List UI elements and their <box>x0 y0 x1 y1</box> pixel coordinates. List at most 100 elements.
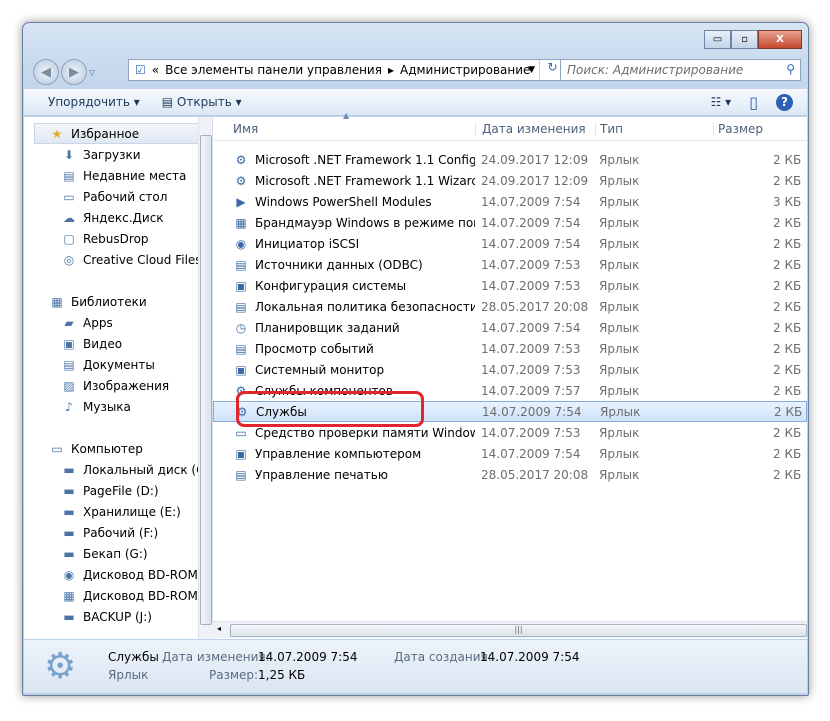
history-dropdown-icon[interactable]: ▽ <box>89 68 95 77</box>
breadcrumb-overflow[interactable]: « <box>152 63 159 77</box>
sidebar-item[interactable]: ▤ Недавние места <box>24 165 211 186</box>
file-row[interactable]: ▤ Источники данных (ODBC) 14.07.2009 7:53 Я… <box>213 254 807 275</box>
file-name: ▤ Локальная политика безопасности <box>213 299 475 315</box>
sidebar-item-icon: ▦ <box>63 588 75 603</box>
sidebar-item[interactable]: ▬ PageFile (D:) <box>24 480 211 501</box>
breadcrumb-administration[interactable]: Администрирование <box>400 63 530 77</box>
file-date: 14.07.2009 7:54 <box>481 236 581 251</box>
file-row[interactable]: ▤ Локальная политика безопасности 28.05.20… <box>213 296 807 317</box>
sidebar-item[interactable]: ▰ Apps <box>24 312 211 333</box>
sidebar-item-label: Локальный диск (C:) <box>83 462 211 477</box>
file-name: ▤ Источники данных (ODBC) <box>213 257 475 273</box>
file-row[interactable]: ◉ Инициатор iSCSI 14.07.2009 7:54 Ярлык 2 КБ <box>213 233 807 254</box>
sidebar-item-icon: ◎ <box>63 252 75 267</box>
sidebar-item-icon: ▰ <box>64 315 74 330</box>
navigation-pane: ★ Избранное ⬇ Загрузки ▤ Недавние места ▭ Рабоч… <box>24 117 211 639</box>
search-input[interactable]: Поиск: Администрирование ⚲ <box>560 59 801 81</box>
column-type[interactable]: Тип <box>595 121 713 136</box>
file-row[interactable]: ▶ Windows PowerShell Modules 14.07.2009 7:… <box>213 191 807 212</box>
open-button[interactable]: ▤ Открыть ▾ <box>162 95 242 109</box>
file-name-text: Системный монитор <box>255 362 385 377</box>
file-row[interactable]: ⚙ Microsoft .NET Framework 1.1 Wizards 24.… <box>213 170 807 191</box>
sidebar-item[interactable]: ▣ Видео <box>24 333 211 354</box>
file-type: Ярлык <box>599 278 640 293</box>
file-row[interactable]: ▣ Конфигурация системы 14.07.2009 7:53 Ярлы… <box>213 275 807 296</box>
breadcrumb-control-panel[interactable]: Все элементы панели управления <box>165 63 382 77</box>
sidebar-item-label: Изображения <box>83 378 170 393</box>
sidebar-item-icon: ♪ <box>65 399 73 414</box>
file-name-text: Windows PowerShell Modules <box>255 194 432 209</box>
close-button[interactable]: X <box>758 30 802 49</box>
organize-button[interactable]: Упорядочить ▾ <box>48 95 140 109</box>
sidebar-item-label: BACKUP (J:) <box>83 609 152 624</box>
file-name-text: Microsoft .NET Framework 1.1 Wizards <box>255 173 475 188</box>
sidebar-item[interactable]: ▬ BACKUP (J:) <box>24 606 211 627</box>
sidebar-item[interactable]: ▭ Рабочий стол <box>24 186 211 207</box>
forward-button[interactable]: ▶ <box>61 59 87 85</box>
sidebar-item[interactable]: ▦ Библиотеки <box>24 291 211 312</box>
scroll-thumb[interactable]: ||| <box>230 624 807 637</box>
file-row[interactable]: ▣ Управление компьютером 14.07.2009 7:54 Яр… <box>213 443 807 464</box>
sidebar-item-icon: ⬇ <box>63 147 75 162</box>
shortcut-icon: ▣ <box>235 446 247 461</box>
sidebar-item[interactable]: ▬ Локальный диск (C:) <box>24 459 211 480</box>
sidebar-item-label: Рабочий (F:) <box>83 525 159 540</box>
sidebar-item-icon: ▬ <box>63 546 75 561</box>
caption-buttons: ▭ ▫ X <box>704 30 802 49</box>
sidebar-item[interactable]: ☁ Яндекс.Диск <box>24 207 211 228</box>
sidebar-item[interactable]: ◉ Дисковод BD-ROM (H <box>24 564 211 585</box>
sidebar-item[interactable]: ◎ Creative Cloud Files <box>24 249 211 270</box>
sidebar-item-label: Яндекс.Диск <box>83 210 164 225</box>
column-name[interactable]: Имя <box>213 122 475 136</box>
file-row[interactable]: ◷ Планировщик заданий 14.07.2009 7:54 Ярлык… <box>213 317 807 338</box>
sidebar-item[interactable]: ▨ Изображения <box>24 375 211 396</box>
maximize-button[interactable]: ▫ <box>731 30 758 49</box>
help-button[interactable]: ? <box>776 93 793 111</box>
sidebar-item-label: Дисковод BD-ROM (H <box>83 567 211 582</box>
horizontal-scrollbar[interactable]: ◂ ||| <box>212 621 807 638</box>
sidebar-item[interactable]: ▬ Хранилище (E:) <box>24 501 211 522</box>
column-date[interactable]: Дата изменения <box>475 121 595 136</box>
shortcut-icon: ◷ <box>235 320 247 335</box>
sidebar-item[interactable]: ▦ Дисковод BD-ROM (I <box>24 585 211 606</box>
details-pane: ⚙ Службы Дата изменения: 14.07.2009 7:54… <box>24 640 807 693</box>
column-headers: ▲ Имя Дата изменения Тип Размер <box>213 111 807 141</box>
sidebar-item-icon: ▨ <box>63 378 75 393</box>
sidebar-item[interactable]: ▬ Рабочий (F:) <box>24 522 211 543</box>
address-dropdown[interactable]: ▼ <box>528 65 535 75</box>
sidebar-item[interactable]: ♪ Музыка <box>24 396 211 417</box>
file-row[interactable]: ▤ Просмотр событий 14.07.2009 7:53 Ярлык 2 К… <box>213 338 807 359</box>
search-icon[interactable]: ⚲ <box>786 62 795 76</box>
scroll-thumb[interactable] <box>200 135 212 625</box>
sidebar-item[interactable]: ▢ RebusDrop <box>24 228 211 249</box>
shortcut-icon: ▤ <box>235 467 247 482</box>
sidebar-item[interactable]: ⬇ Загрузки <box>24 144 211 165</box>
sidebar-item[interactable]: ▭ Компьютер <box>24 438 211 459</box>
minimize-button[interactable]: ▭ <box>704 30 731 49</box>
sidebar-item[interactable]: ▬ Бекап (G:) <box>24 543 211 564</box>
nav-scrollbar[interactable] <box>198 117 212 639</box>
file-row[interactable]: ▣ Системный монитор 14.07.2009 7:53 Ярлык 2 … <box>213 359 807 380</box>
preview-pane-button[interactable]: ▯ <box>749 93 758 112</box>
file-date: 14.07.2009 7:54 <box>481 320 581 335</box>
sidebar-item[interactable]: ▤ Документы <box>24 354 211 375</box>
sidebar-item[interactable]: ★ Избранное <box>34 123 200 144</box>
file-type: Ярлык <box>599 152 640 167</box>
file-date: 28.05.2017 20:08 <box>481 467 589 482</box>
sidebar-item-icon: ▤ <box>63 357 75 372</box>
back-button[interactable]: ◀ <box>33 59 59 85</box>
view-options-button[interactable]: ☷ ▾ <box>711 95 732 109</box>
breadcrumb-separator[interactable]: ▸ <box>388 63 394 77</box>
file-date: 14.07.2009 7:53 <box>481 257 581 272</box>
file-type: Ярлык <box>599 362 640 377</box>
file-date: 14.07.2009 7:53 <box>481 425 581 440</box>
file-row[interactable]: ▦ Брандмауэр Windows в режиме повы... 14.0… <box>213 212 807 233</box>
scroll-left-icon[interactable]: ◂ <box>217 624 221 633</box>
column-size[interactable]: Размер <box>713 121 763 136</box>
file-size: 2 КБ <box>773 173 802 188</box>
address-bar[interactable]: ☑ « Все элементы панели управления ▸ Адм… <box>128 59 572 81</box>
file-size: 2 КБ <box>773 236 802 251</box>
sidebar-item-icon: ▬ <box>63 504 75 519</box>
file-row[interactable]: ▤ Управление печатью 28.05.2017 20:08 Ярлык… <box>213 464 807 485</box>
file-row[interactable]: ⚙ Microsoft .NET Framework 1.1 Configura.… <box>213 149 807 170</box>
